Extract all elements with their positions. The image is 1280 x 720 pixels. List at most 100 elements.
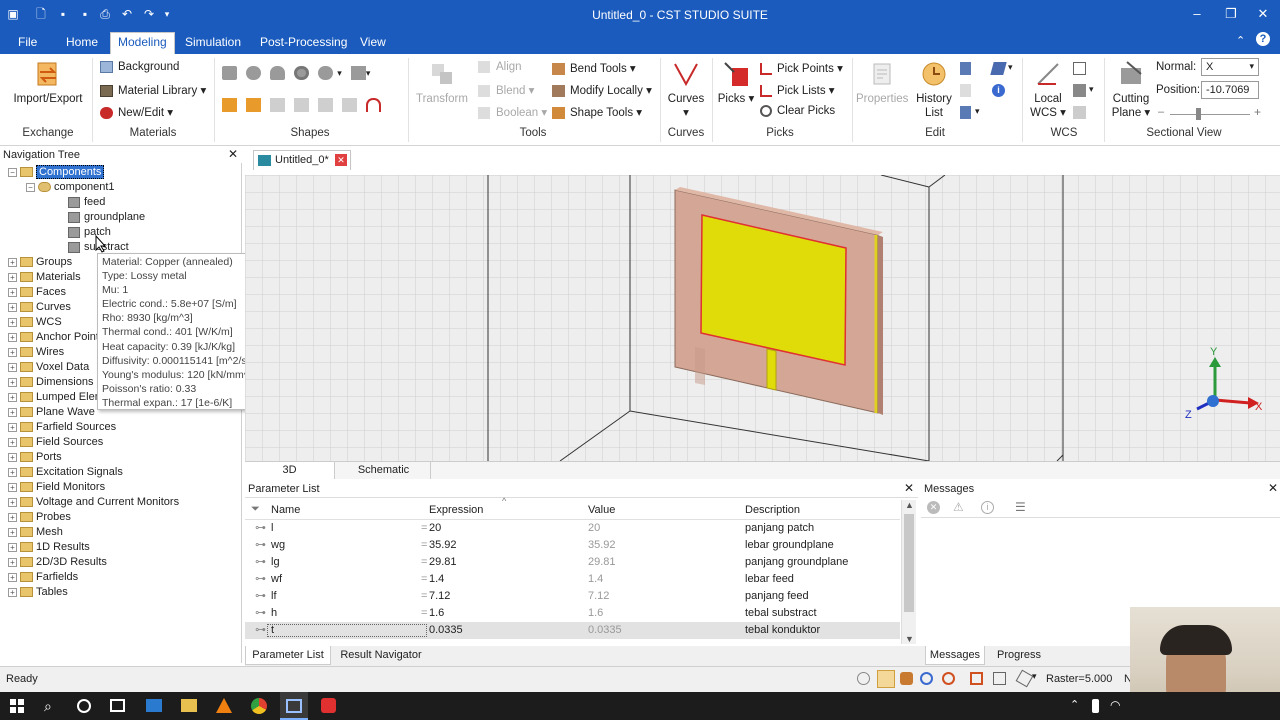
tree-item-components[interactable]: − Components	[8, 165, 105, 180]
picks-button[interactable]: Picks ▾	[716, 60, 756, 106]
vertical-scrollbar[interactable]: ▲ ▼	[901, 500, 916, 644]
chrome-icon[interactable]	[251, 698, 267, 714]
tree-item-ports[interactable]: + Ports	[8, 450, 62, 465]
tab-modeling[interactable]: Modeling	[110, 32, 175, 54]
info-filter-icon[interactable]: i	[981, 501, 994, 514]
tab-home[interactable]: Home	[59, 34, 105, 54]
fit-view-icon[interactable]	[970, 672, 983, 685]
param-description[interactable]: tebal konduktor	[745, 622, 820, 639]
import-export-button[interactable]: Import/Export	[10, 60, 86, 106]
tree-item-field-monitors[interactable]: + Field Monitors	[8, 480, 105, 495]
app-red-icon[interactable]	[321, 698, 336, 713]
vlc-icon[interactable]	[216, 698, 232, 713]
minimize-button[interactable]: –	[1180, 0, 1214, 30]
tree-item-curves[interactable]: + Curves	[8, 300, 71, 315]
shade-icon[interactable]	[1015, 669, 1034, 688]
trace-icon[interactable]	[318, 98, 334, 112]
loft-icon[interactable]	[246, 98, 262, 112]
cutting-plane-button[interactable]: Cutting Plane ▾	[1108, 60, 1154, 120]
pan-icon[interactable]	[877, 670, 895, 688]
clear-messages-icon[interactable]: ☰	[1015, 500, 1026, 514]
align-wcs-icon[interactable]	[1073, 62, 1086, 75]
normal-select[interactable]: X ▾	[1201, 58, 1259, 76]
tab-view[interactable]: View	[353, 34, 393, 54]
tab-file[interactable]: File	[11, 34, 44, 54]
param-expression[interactable]: 1.4	[429, 571, 444, 588]
clear-picks-button[interactable]: Clear Picks	[760, 105, 835, 117]
boolean-button[interactable]: Boolean ▾	[478, 105, 547, 119]
cone-icon[interactable]	[318, 66, 334, 80]
transform-button[interactable]: Transform	[412, 60, 472, 106]
tab-3d[interactable]: 3D	[245, 462, 335, 479]
warning-filter-icon[interactable]: ⚠	[953, 500, 964, 514]
search-icon[interactable]: ⌕	[44, 698, 52, 715]
table-row[interactable]: ⊶ l = 20 20 panjang patch	[245, 520, 900, 537]
position-input[interactable]: -10.7069	[1201, 81, 1259, 99]
param-description[interactable]: lebar groundplane	[745, 537, 834, 554]
tree-item-dimensions[interactable]: + Dimensions	[8, 375, 93, 390]
properties-button[interactable]: Properties	[856, 60, 908, 106]
new-edit-button[interactable]: New/Edit ▾	[100, 105, 173, 119]
close-icon[interactable]: ✕	[1268, 481, 1278, 495]
tree-item-groundplane[interactable]: groundplane	[68, 210, 145, 225]
pick-points-button[interactable]: Pick Points ▾	[760, 61, 843, 75]
windows-start-icon[interactable]	[10, 699, 24, 713]
param-expression[interactable]: 20	[429, 520, 441, 537]
macro-icon[interactable]	[960, 106, 971, 119]
extrude-icon[interactable]	[350, 66, 366, 80]
tree-item-tables[interactable]: + Tables	[8, 585, 68, 600]
3d-model-canvas[interactable]: Y X Z	[245, 175, 1280, 461]
shell-icon[interactable]	[294, 98, 310, 112]
error-filter-icon[interactable]: ✕	[927, 501, 940, 514]
position-slider[interactable]: – +	[1158, 105, 1262, 120]
sweep-icon[interactable]	[270, 98, 286, 112]
table-row[interactable]: ⊶ wg = 35.92 35.92 lebar groundplane	[245, 537, 900, 554]
tree-item-feed[interactable]: feed	[68, 195, 105, 210]
tab-messages[interactable]: Messages	[925, 646, 985, 665]
collapse-ribbon-icon[interactable]: ⌃	[1236, 34, 1245, 47]
param-expression[interactable]: 7.12	[429, 588, 450, 605]
close-tab-icon[interactable]: ✕	[335, 154, 347, 166]
local-wcs-button[interactable]: Local WCS ▾	[1026, 60, 1070, 120]
mail-icon[interactable]	[146, 699, 162, 712]
tree-item-wires[interactable]: + Wires	[8, 345, 64, 360]
info-icon[interactable]: i	[992, 84, 1005, 97]
tree-item-farfields[interactable]: + Farfields	[8, 570, 78, 585]
brick-icon[interactable]	[222, 66, 237, 80]
blend-button[interactable]: Blend ▾	[478, 83, 534, 97]
tree-item-1d-results[interactable]: +1D Results	[8, 540, 90, 555]
calculator-icon[interactable]	[960, 84, 971, 97]
tree-item-voxel-data[interactable]: + Voxel Data	[8, 360, 89, 375]
tab-parameter-list[interactable]: Parameter List	[245, 646, 331, 665]
wcs-store-icon[interactable]	[1073, 106, 1086, 119]
filter-icon[interactable]: ⏷	[251, 503, 260, 516]
param-description[interactable]: tebal substract	[745, 605, 817, 622]
tab-result-navigator[interactable]: Result Navigator	[333, 646, 429, 665]
pick-lists-button[interactable]: Pick Lists ▾	[760, 83, 835, 97]
tree-item-farfield-sources[interactable]: + Farfield Sources	[8, 420, 116, 435]
shape-tools-button[interactable]: Shape Tools ▾	[552, 105, 642, 119]
parameter-icon[interactable]	[960, 62, 971, 75]
material-library-button[interactable]: Material Library ▾	[100, 83, 206, 97]
transform-wcs-icon[interactable]	[1073, 84, 1086, 97]
tray-chevron-icon[interactable]: ⌃	[1070, 698, 1079, 711]
history-list-button[interactable]: History List	[912, 60, 956, 120]
tab-post-processing[interactable]: Post-Processing	[253, 34, 354, 54]
param-expression[interactable]: 29.81	[429, 554, 457, 571]
restore-button[interactable]: ❐	[1214, 0, 1248, 30]
table-row-selected[interactable]: ⊶ t 0.0335 0.0335 tebal konduktor	[245, 622, 900, 639]
column-header-value[interactable]: Value	[588, 504, 615, 516]
column-header-name[interactable]: Name	[271, 504, 300, 516]
tree-item-faces[interactable]: + Faces	[8, 285, 66, 300]
bond-wire-icon[interactable]	[366, 98, 382, 112]
table-row[interactable]: ⊶ lf = 7.12 7.12 panjang feed	[245, 588, 900, 605]
curves-button[interactable]: Curves ▾	[664, 60, 708, 120]
rotate-icon[interactable]	[900, 672, 913, 685]
param-expression[interactable]: 35.92	[429, 537, 457, 554]
zoom-icon[interactable]	[857, 672, 870, 685]
sphere-icon[interactable]	[246, 66, 262, 80]
view-options-icon[interactable]	[993, 672, 1006, 685]
close-icon[interactable]: ✕	[228, 147, 238, 161]
close-icon[interactable]: ✕	[904, 481, 914, 495]
3d-viewport[interactable]: Y X Z	[245, 175, 1280, 461]
